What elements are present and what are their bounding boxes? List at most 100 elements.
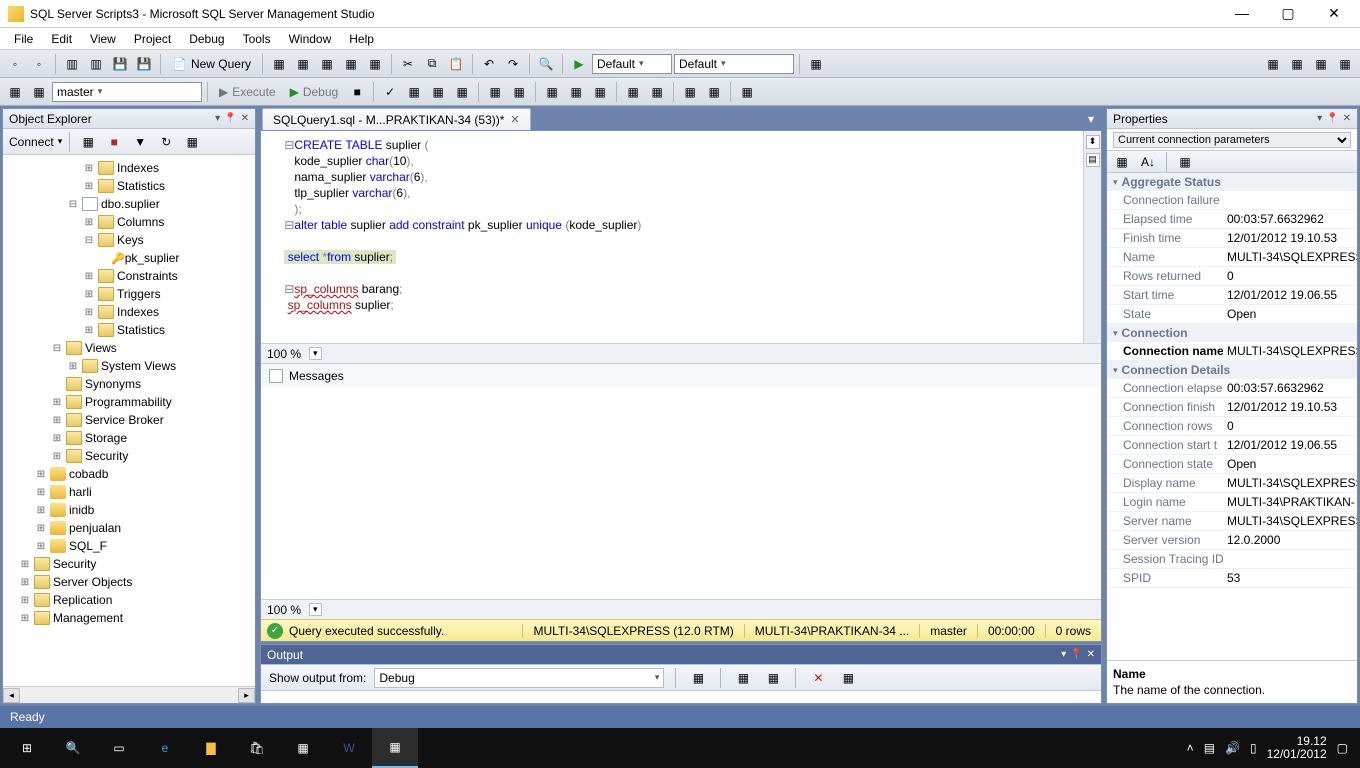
property-row[interactable]: Session Tracing ID xyxy=(1107,550,1357,569)
tray-network-icon[interactable]: ▤ xyxy=(1204,741,1215,755)
split-icon[interactable]: ⬍ xyxy=(1086,135,1100,149)
start-icon[interactable]: ▶ xyxy=(568,53,590,75)
save-icon[interactable]: 💾 xyxy=(109,53,131,75)
document-tab[interactable]: SQLQuery1.sql - M...PRAKTIKAN-34 (53))* … xyxy=(262,108,531,130)
props-dropdown-icon[interactable]: ▾ xyxy=(1317,113,1322,124)
results-file-icon[interactable]: ▦ xyxy=(589,81,611,103)
property-row[interactable]: Server version12.0.2000 xyxy=(1107,531,1357,550)
tree-node[interactable]: ⊞Replication xyxy=(3,591,255,609)
estimated-plan-icon[interactable]: ▦ xyxy=(403,81,425,103)
property-row[interactable]: SPID53 xyxy=(1107,569,1357,588)
property-pages-icon[interactable]: ▦ xyxy=(1174,151,1196,173)
output-pin-icon[interactable]: 📍 xyxy=(1070,649,1082,660)
expand-icon[interactable]: ⊞ xyxy=(83,217,95,228)
expand-icon[interactable]: ⊞ xyxy=(83,181,95,192)
zoom-dropdown-icon[interactable]: ▾ xyxy=(309,347,322,360)
properties-grid[interactable]: ▾ Aggregate StatusConnection failureElap… xyxy=(1107,173,1357,660)
tree-node[interactable]: 🔑pk_suplier xyxy=(3,249,255,267)
tree-node[interactable]: ⊞Storage xyxy=(3,429,255,447)
activity-monitor-icon[interactable]: ▦ xyxy=(805,53,827,75)
tree-node[interactable]: ⊞inidb xyxy=(3,501,255,519)
search-taskbar-icon[interactable]: 🔍 xyxy=(50,728,96,768)
categorized-icon[interactable]: ▦ xyxy=(1111,151,1133,173)
menu-window[interactable]: Window xyxy=(281,30,340,48)
menu-help[interactable]: Help xyxy=(341,30,382,48)
task-view-icon[interactable]: ▭ xyxy=(96,728,142,768)
tree-node[interactable]: ⊞Statistics xyxy=(3,177,255,195)
file-explorer-icon[interactable]: ▇ xyxy=(188,728,234,768)
tree-node[interactable]: ⊟Views xyxy=(3,339,255,357)
new-query-button[interactable]: 📄 New Query xyxy=(166,57,257,71)
cut-icon[interactable]: ✂ xyxy=(397,53,419,75)
tree-node[interactable]: ⊞cobadb xyxy=(3,465,255,483)
tree-node[interactable]: ⊞Security xyxy=(3,555,255,573)
expand-icon[interactable]: ⊞ xyxy=(83,271,95,282)
execute-button[interactable]: ▶ Execute xyxy=(213,85,282,99)
template-browser-icon[interactable]: ▦ xyxy=(1334,53,1356,75)
start-button[interactable]: ⊞ xyxy=(4,728,50,768)
nav-back-button[interactable]: ◦ xyxy=(4,53,26,75)
parse-icon[interactable]: ✓ xyxy=(379,81,401,103)
open-icon[interactable]: ▥ xyxy=(85,53,107,75)
props-close-icon[interactable]: ✕ xyxy=(1343,113,1351,124)
tab-dropdown-icon[interactable]: ▾ xyxy=(1080,108,1102,130)
tree-node[interactable]: Synonyms xyxy=(3,375,255,393)
property-group[interactable]: ▾ Connection Details xyxy=(1107,361,1357,379)
props-pin-icon[interactable]: 📍 xyxy=(1326,113,1338,124)
results-text-icon[interactable]: ▦ xyxy=(541,81,563,103)
filter-icon[interactable]: ▼ xyxy=(129,131,151,153)
property-row[interactable]: Finish time12/01/2012 19.10.53 xyxy=(1107,229,1357,248)
tray-chevron-icon[interactable]: ˄ xyxy=(1187,741,1194,755)
tree-node[interactable]: ⊞Columns xyxy=(3,213,255,231)
tree-node[interactable]: ⊞Triggers xyxy=(3,285,255,303)
undo-icon[interactable]: ↶ xyxy=(478,53,500,75)
store-icon[interactable]: 🛍 xyxy=(234,728,280,768)
expand-icon[interactable]: ⊞ xyxy=(19,613,31,624)
property-row[interactable]: Connection finish12/01/2012 19.10.53 xyxy=(1107,398,1357,417)
refresh-icon[interactable]: ↻ xyxy=(155,131,177,153)
output-prev-icon[interactable]: ▦ xyxy=(732,667,754,689)
disconnect-icon[interactable]: ▦ xyxy=(77,131,99,153)
object-explorer-icon[interactable]: ▦ xyxy=(1310,53,1332,75)
save-all-icon[interactable]: 💾 xyxy=(133,53,155,75)
tray-notifications-icon[interactable]: ▢ xyxy=(1337,741,1348,755)
expand-icon[interactable]: ⊞ xyxy=(35,505,47,516)
toolbox-icon[interactable]: ▦ xyxy=(1262,53,1284,75)
intellisense-icon[interactable]: ▦ xyxy=(451,81,473,103)
expand-icon[interactable]: ⊞ xyxy=(83,307,95,318)
close-button[interactable]: ✕ xyxy=(1320,5,1348,22)
panel-close-icon[interactable]: ✕ xyxy=(241,113,249,124)
tab-close-icon[interactable]: ✕ xyxy=(510,113,519,126)
expand-icon[interactable]: ⊞ xyxy=(83,289,95,300)
expand-icon[interactable]: ⊟ xyxy=(83,235,95,246)
alphabetical-icon[interactable]: A↓ xyxy=(1137,151,1159,173)
new-project-icon[interactable]: ▥ xyxy=(61,53,83,75)
expand-icon[interactable]: ⊞ xyxy=(51,415,63,426)
comment-icon[interactable]: ▦ xyxy=(622,81,644,103)
zoom-value[interactable]: 100 % xyxy=(267,347,301,361)
menu-view[interactable]: View xyxy=(82,30,124,48)
search-icon2[interactable]: ▦ xyxy=(181,131,203,153)
outdent-icon[interactable]: ▦ xyxy=(703,81,725,103)
available-db-icon[interactable]: ▦ xyxy=(28,81,50,103)
property-row[interactable]: Rows returned0 xyxy=(1107,267,1357,286)
property-row[interactable]: Connection nameMULTI-34\SQLEXPRESS xyxy=(1107,342,1357,361)
menu-project[interactable]: Project xyxy=(126,30,179,48)
tray-volume-icon[interactable]: 🔊 xyxy=(1225,741,1240,755)
output-find-icon[interactable]: ▦ xyxy=(687,667,709,689)
tree-node[interactable]: ⊞Programmability xyxy=(3,393,255,411)
property-row[interactable]: NameMULTI-34\SQLEXPRESS xyxy=(1107,248,1357,267)
indent-icon[interactable]: ▦ xyxy=(679,81,701,103)
property-row[interactable]: Connection failure xyxy=(1107,191,1357,210)
tree-node[interactable]: ⊞Constraints xyxy=(3,267,255,285)
panel-dropdown-icon[interactable]: ▾ xyxy=(215,113,220,124)
query-options-icon[interactable]: ▦ xyxy=(427,81,449,103)
property-row[interactable]: Login nameMULTI-34\PRAKTIKAN- xyxy=(1107,493,1357,512)
property-row[interactable]: Connection elapse00:03:57.6632962 xyxy=(1107,379,1357,398)
tree-node[interactable]: ⊞System Views xyxy=(3,357,255,375)
property-row[interactable]: Server nameMULTI-34\SQLEXPRESS xyxy=(1107,512,1357,531)
sql-editor[interactable]: ⊟CREATE TABLE suplier ( kode_suplier cha… xyxy=(261,131,1083,343)
menu-tools[interactable]: Tools xyxy=(235,30,279,48)
expand-icon[interactable]: ⊞ xyxy=(83,163,95,174)
expand-icon[interactable]: ⊟ xyxy=(51,343,63,354)
